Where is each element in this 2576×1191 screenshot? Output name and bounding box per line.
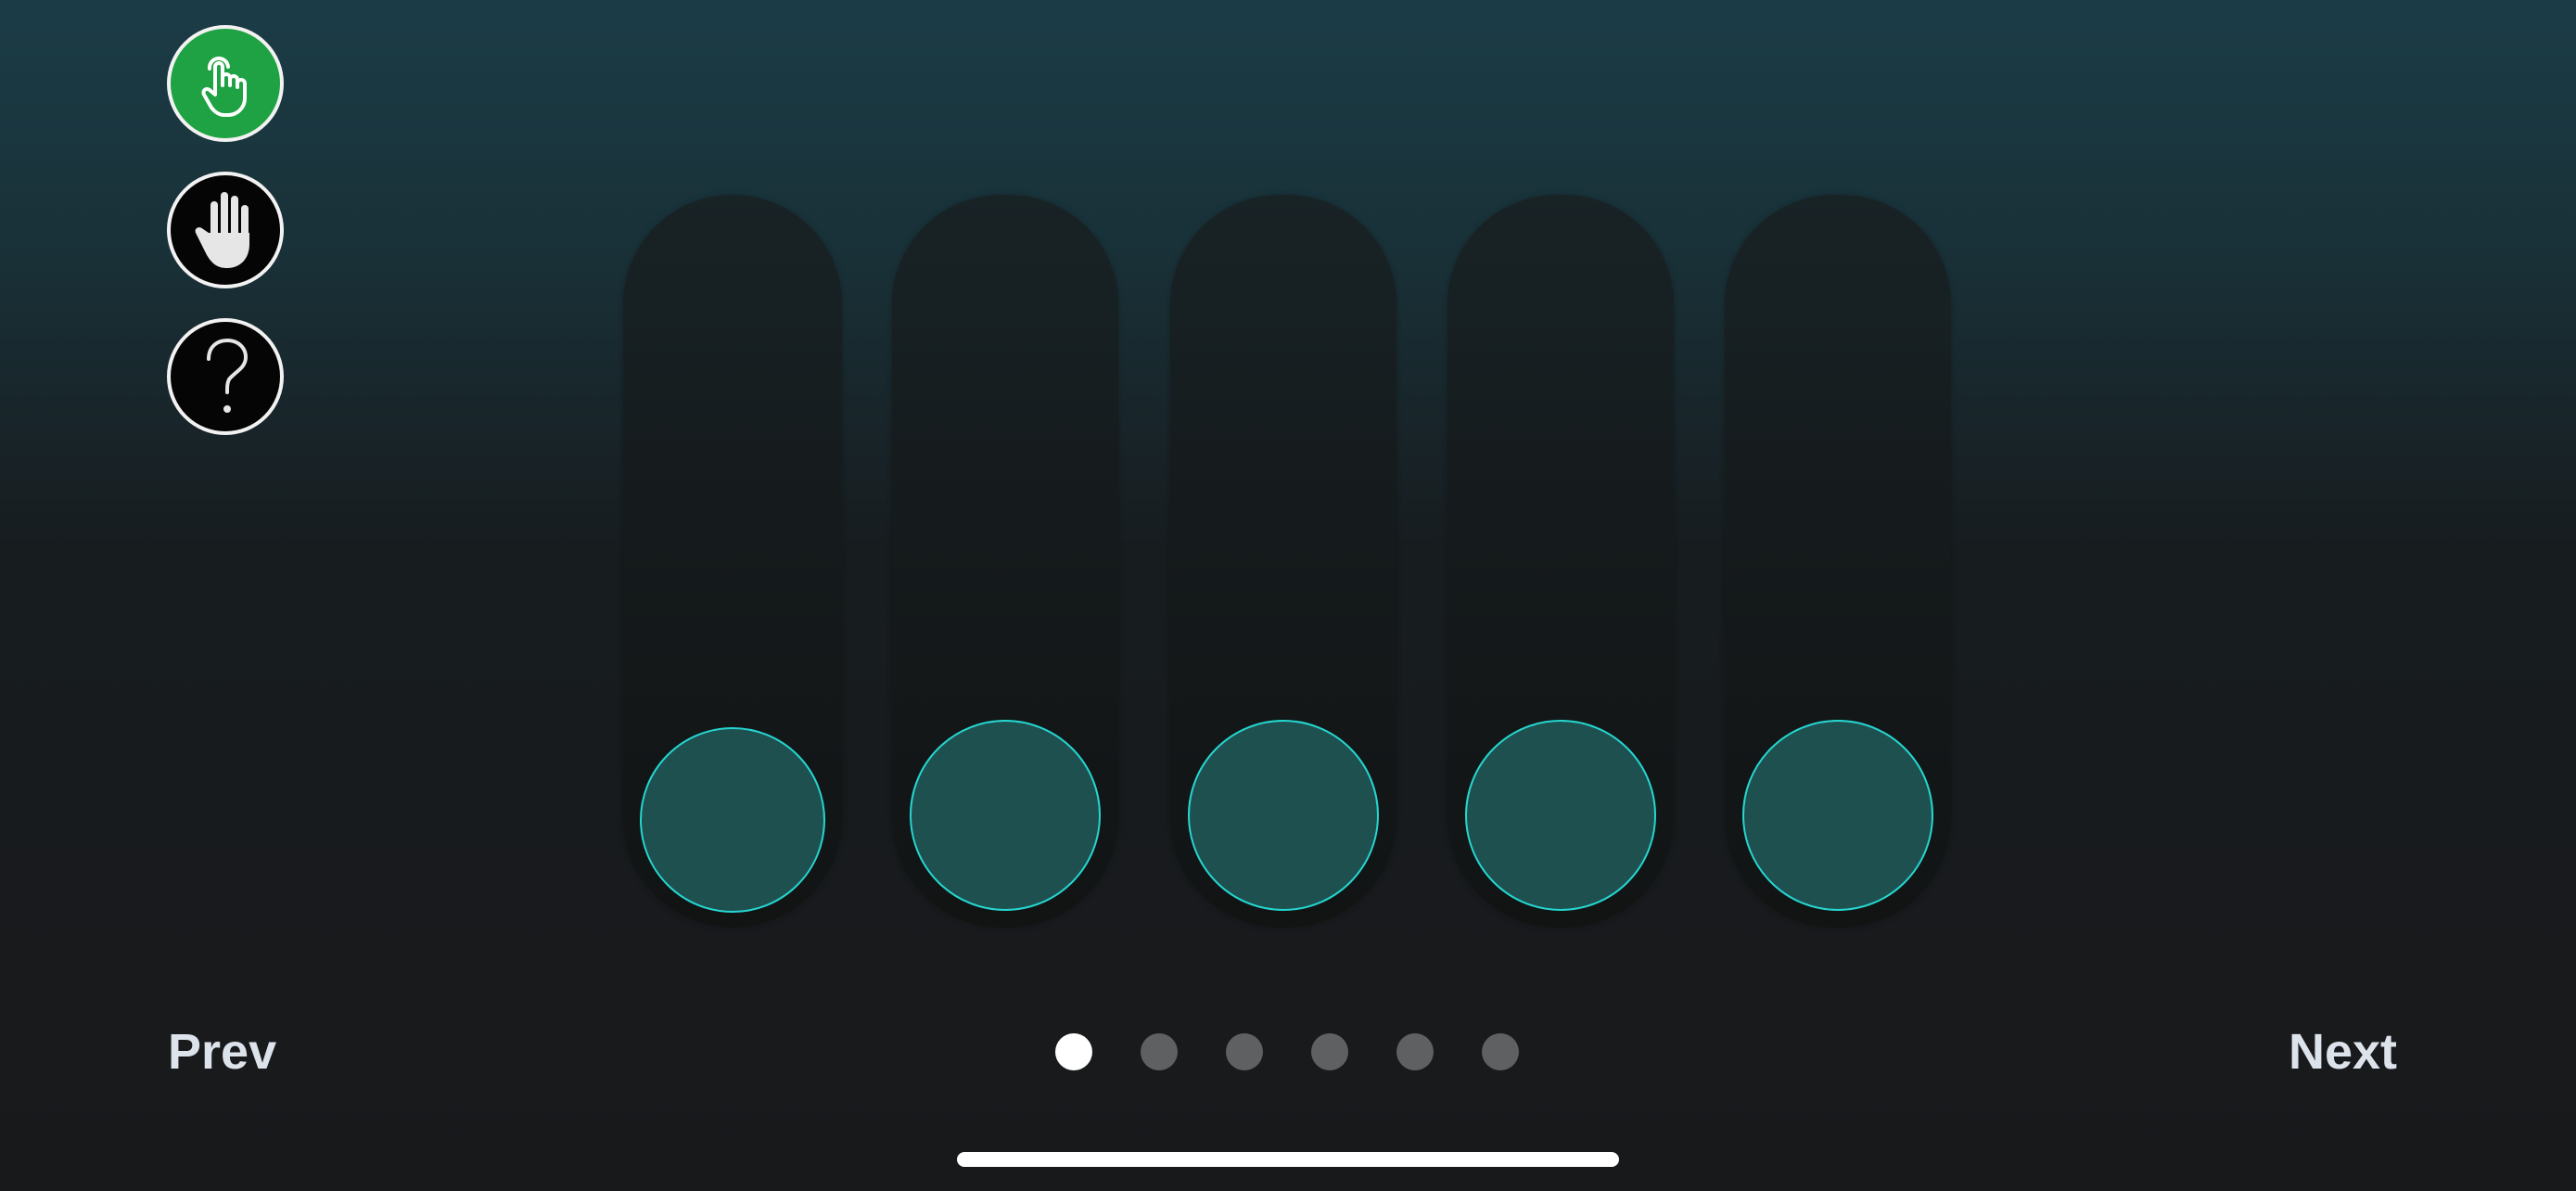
pointer-hand-icon [201,57,247,117]
slider-knob-3[interactable] [1188,720,1379,911]
slider-track-2[interactable] [892,195,1118,928]
tap-pointer-button[interactable] [167,25,284,142]
slider-knob-1[interactable] [640,727,825,913]
prev-button[interactable]: Prev [168,1024,276,1080]
grab-hand-button[interactable] [167,172,284,288]
page-dot-6[interactable] [1482,1033,1519,1070]
page-indicator [1055,1033,1519,1070]
slider-track-3[interactable] [1170,195,1396,928]
page-dot-1[interactable] [1055,1033,1092,1070]
page-dot-4[interactable] [1311,1033,1348,1070]
next-button[interactable]: Next [2289,1024,2397,1080]
slider-knob-2[interactable] [910,720,1101,911]
page-dot-3[interactable] [1226,1033,1263,1070]
slider-track-5[interactable] [1725,195,1951,928]
slider-track-4[interactable] [1447,195,1674,928]
help-button[interactable] [167,318,284,435]
slider-knob-4[interactable] [1465,720,1656,911]
page-dot-5[interactable] [1396,1033,1434,1070]
slider-knob-5[interactable] [1742,720,1933,911]
question-mark-icon [207,338,249,413]
page-dot-2[interactable] [1141,1033,1178,1070]
slider-track-1[interactable] [623,195,842,928]
home-indicator[interactable] [957,1152,1619,1167]
hand-icon [195,192,249,268]
